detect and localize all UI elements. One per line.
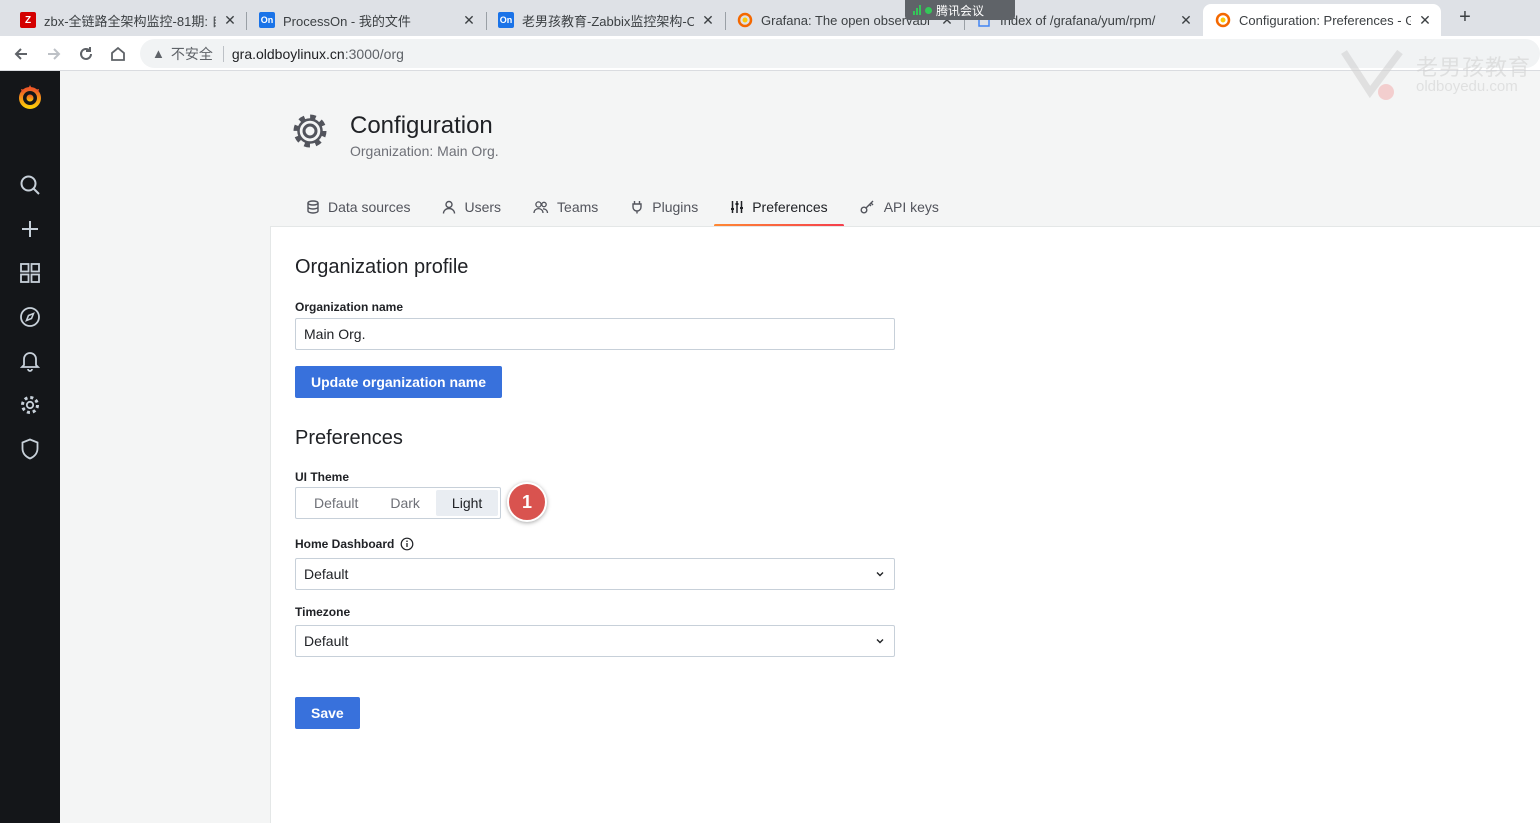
step-callout-badge: 1 xyxy=(507,482,547,522)
browser-tab-title: Configuration: Preferences - G xyxy=(1239,12,1411,28)
browser-tab-oldboy[interactable]: On 老男孩教育-Zabbix监控架构-CS ✕ xyxy=(486,4,724,36)
browser-tab-configuration[interactable]: Configuration: Preferences - G ✕ xyxy=(1203,4,1441,36)
reload-icon xyxy=(80,47,92,60)
new-tab-button[interactable]: + xyxy=(1453,6,1477,30)
tab-data-sources[interactable]: Data sources xyxy=(290,188,426,226)
browser-tab-title: ProcessOn - 我的文件 xyxy=(283,13,411,29)
meeting-label: 腾讯会议 xyxy=(936,3,985,18)
gear-icon xyxy=(293,114,327,148)
security-label: 不安全 xyxy=(170,45,213,62)
database-icon xyxy=(307,200,319,214)
home-dashboard-label-text: Home Dashboard xyxy=(295,537,395,551)
divider xyxy=(222,45,224,62)
main-content: Configuration Organization: Main Org. Da… xyxy=(60,71,1540,823)
recording-dot-icon xyxy=(925,6,932,14)
tab-label: Users xyxy=(464,199,502,215)
theme-option-default[interactable]: Default xyxy=(298,490,374,516)
url-host: gra.oldboylinux.cn xyxy=(231,45,345,62)
ui-theme-radio-group: Default Dark Light xyxy=(295,487,502,519)
preferences-heading: Preferences xyxy=(295,427,403,449)
browser-tab-bar: Z zbx-全链路全架构监控-81期: 自 ✕ On ProcessOn - 我… xyxy=(0,0,1540,36)
browser-tab-processon[interactable]: On ProcessOn - 我的文件 ✕ xyxy=(247,4,485,36)
grafana-favicon-icon xyxy=(1215,12,1231,28)
home-dashboard-select[interactable]: Default xyxy=(295,558,895,590)
key-icon xyxy=(860,200,874,214)
config-tabs: Data sources Users Teams Plugins Prefere… xyxy=(290,188,955,227)
close-tab-icon[interactable]: ✕ xyxy=(461,12,477,29)
tab-label: Teams xyxy=(557,199,599,215)
tab-label: API keys xyxy=(883,199,939,215)
ui-theme-label: UI Theme xyxy=(295,470,350,484)
chevron-down-icon xyxy=(876,572,884,577)
preferences-panel: Organization profile Organization name M… xyxy=(270,226,1540,823)
tab-preferences[interactable]: Preferences xyxy=(714,188,845,227)
dashboards-icon[interactable] xyxy=(18,261,42,285)
home-button[interactable] xyxy=(105,41,131,67)
timezone-select[interactable]: Default xyxy=(295,625,895,657)
grafana-logo-icon[interactable] xyxy=(16,83,44,111)
search-icon[interactable] xyxy=(18,173,42,197)
processon-favicon-icon: On xyxy=(498,12,514,28)
arrow-right-icon xyxy=(48,48,61,60)
server-admin-icon[interactable] xyxy=(18,437,42,461)
info-circle-icon[interactable] xyxy=(400,537,414,551)
organization-name-value: Main Org. xyxy=(304,326,366,342)
sidebar xyxy=(0,71,60,823)
organization-name-label: Organization name xyxy=(295,300,404,314)
processon-favicon-icon: On xyxy=(259,12,275,28)
browser-tab-title: Index of /grafana/yum/rpm/ xyxy=(1000,12,1156,28)
zabbix-favicon-icon: Z xyxy=(20,12,36,28)
arrow-left-icon xyxy=(14,48,27,60)
explore-icon[interactable] xyxy=(18,305,42,329)
forward-button[interactable] xyxy=(41,41,67,67)
organization-name-input[interactable]: Main Org. xyxy=(295,318,895,350)
sliders-icon xyxy=(731,201,744,213)
organization-profile-heading: Organization profile xyxy=(295,256,469,278)
tab-users[interactable]: Users xyxy=(426,188,517,226)
chevron-down-icon xyxy=(876,639,884,644)
home-dashboard-value: Default xyxy=(304,566,349,582)
warning-icon: ▲ xyxy=(152,46,165,61)
alerting-icon[interactable] xyxy=(18,349,42,373)
tab-label: Plugins xyxy=(652,199,699,215)
timezone-label: Timezone xyxy=(295,605,351,619)
tab-teams[interactable]: Teams xyxy=(517,188,614,226)
tab-api-keys[interactable]: API keys xyxy=(844,188,955,226)
save-button[interactable]: Save xyxy=(295,697,360,729)
close-tab-icon[interactable]: ✕ xyxy=(222,12,238,29)
configuration-icon[interactable] xyxy=(18,393,42,417)
grafana-favicon-icon xyxy=(737,12,753,28)
address-bar[interactable]: ▲ 不安全 gra.oldboylinux.cn:3000/org xyxy=(140,39,1540,68)
home-icon xyxy=(111,46,125,61)
tab-label: Data sources xyxy=(328,199,411,215)
browser-tab-title: 老男孩教育-Zabbix监控架构-CS xyxy=(522,13,694,29)
theme-option-dark[interactable]: Dark xyxy=(374,490,436,516)
theme-option-light[interactable]: Light xyxy=(435,490,499,516)
timezone-value: Default xyxy=(304,633,349,649)
back-button[interactable] xyxy=(8,41,34,67)
browser-toolbar: ▲ 不安全 gra.oldboylinux.cn:3000/org xyxy=(0,36,1540,71)
page-subtitle: Organization: Main Org. xyxy=(350,143,499,159)
browser-tab-zbx[interactable]: Z zbx-全链路全架构监控-81期: 自 ✕ xyxy=(8,4,246,36)
tab-plugins[interactable]: Plugins xyxy=(614,188,714,226)
user-icon xyxy=(443,200,456,214)
plus-icon[interactable] xyxy=(18,217,42,241)
reload-button[interactable] xyxy=(73,41,99,67)
page-title: Configuration xyxy=(350,112,493,139)
update-organization-name-button[interactable]: Update organization name xyxy=(295,366,503,398)
home-dashboard-label: Home Dashboard xyxy=(295,537,414,551)
close-tab-icon[interactable]: ✕ xyxy=(700,12,716,29)
url-path: :3000/org xyxy=(344,45,404,62)
plug-icon xyxy=(632,201,642,214)
close-tab-icon[interactable]: ✕ xyxy=(1417,12,1433,29)
signal-bars-icon xyxy=(913,5,921,15)
users-icon xyxy=(533,201,549,214)
browser-tab-title: zbx-全链路全架构监控-81期: 自 xyxy=(44,13,216,29)
meeting-indicator[interactable]: 腾讯会议 xyxy=(905,0,1015,20)
close-tab-icon[interactable]: ✕ xyxy=(1178,12,1194,29)
tab-label: Preferences xyxy=(752,199,828,215)
